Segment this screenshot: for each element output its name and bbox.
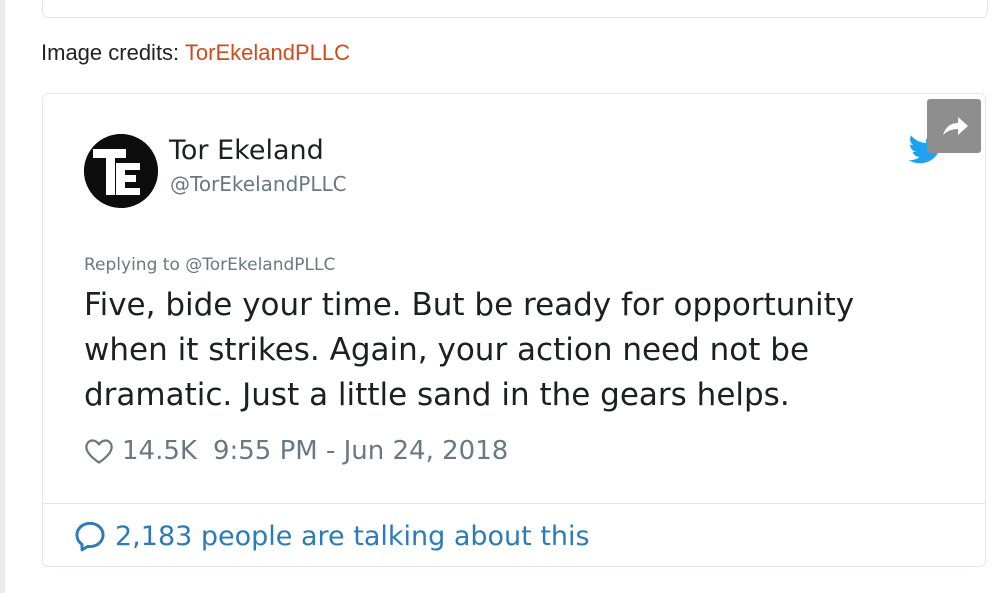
like-count[interactable]: 14.5K	[122, 436, 197, 466]
share-button[interactable]	[927, 99, 981, 153]
conversation-link-label: 2,183 people are talking about this	[115, 520, 590, 552]
divider	[43, 503, 985, 504]
replying-to-label[interactable]: Replying to @TorEkelandPLLC	[84, 255, 335, 275]
image-credits-label: Image credits:	[41, 40, 185, 65]
left-rail	[0, 0, 5, 593]
speech-bubble-icon	[75, 521, 105, 552]
tor-ekeland-logo-icon	[84, 134, 158, 208]
previous-card-bottom	[42, 0, 988, 18]
tweet-timestamp[interactable]: 9:55 PM - Jun 24, 2018	[213, 436, 508, 466]
conversation-link[interactable]: 2,183 people are talking about this	[74, 517, 590, 555]
tweet-meta: 14.5K 9:55 PM - Jun 24, 2018	[84, 432, 508, 470]
image-credits-link[interactable]: TorEkelandPLLC	[185, 40, 350, 65]
heart-icon[interactable]	[84, 436, 114, 466]
display-name[interactable]: Tor Ekeland	[169, 135, 324, 166]
tweet-text: Five, bide your time. But be ready for o…	[84, 287, 855, 413]
image-credits: Image credits: TorEkelandPLLC	[41, 40, 350, 66]
avatar[interactable]	[84, 134, 158, 208]
user-handle[interactable]: @TorEkelandPLLC	[170, 172, 347, 196]
embedded-tweet: Tor Ekeland @TorEkelandPLLC Replying to …	[42, 93, 986, 567]
share-arrow-icon	[943, 117, 968, 135]
